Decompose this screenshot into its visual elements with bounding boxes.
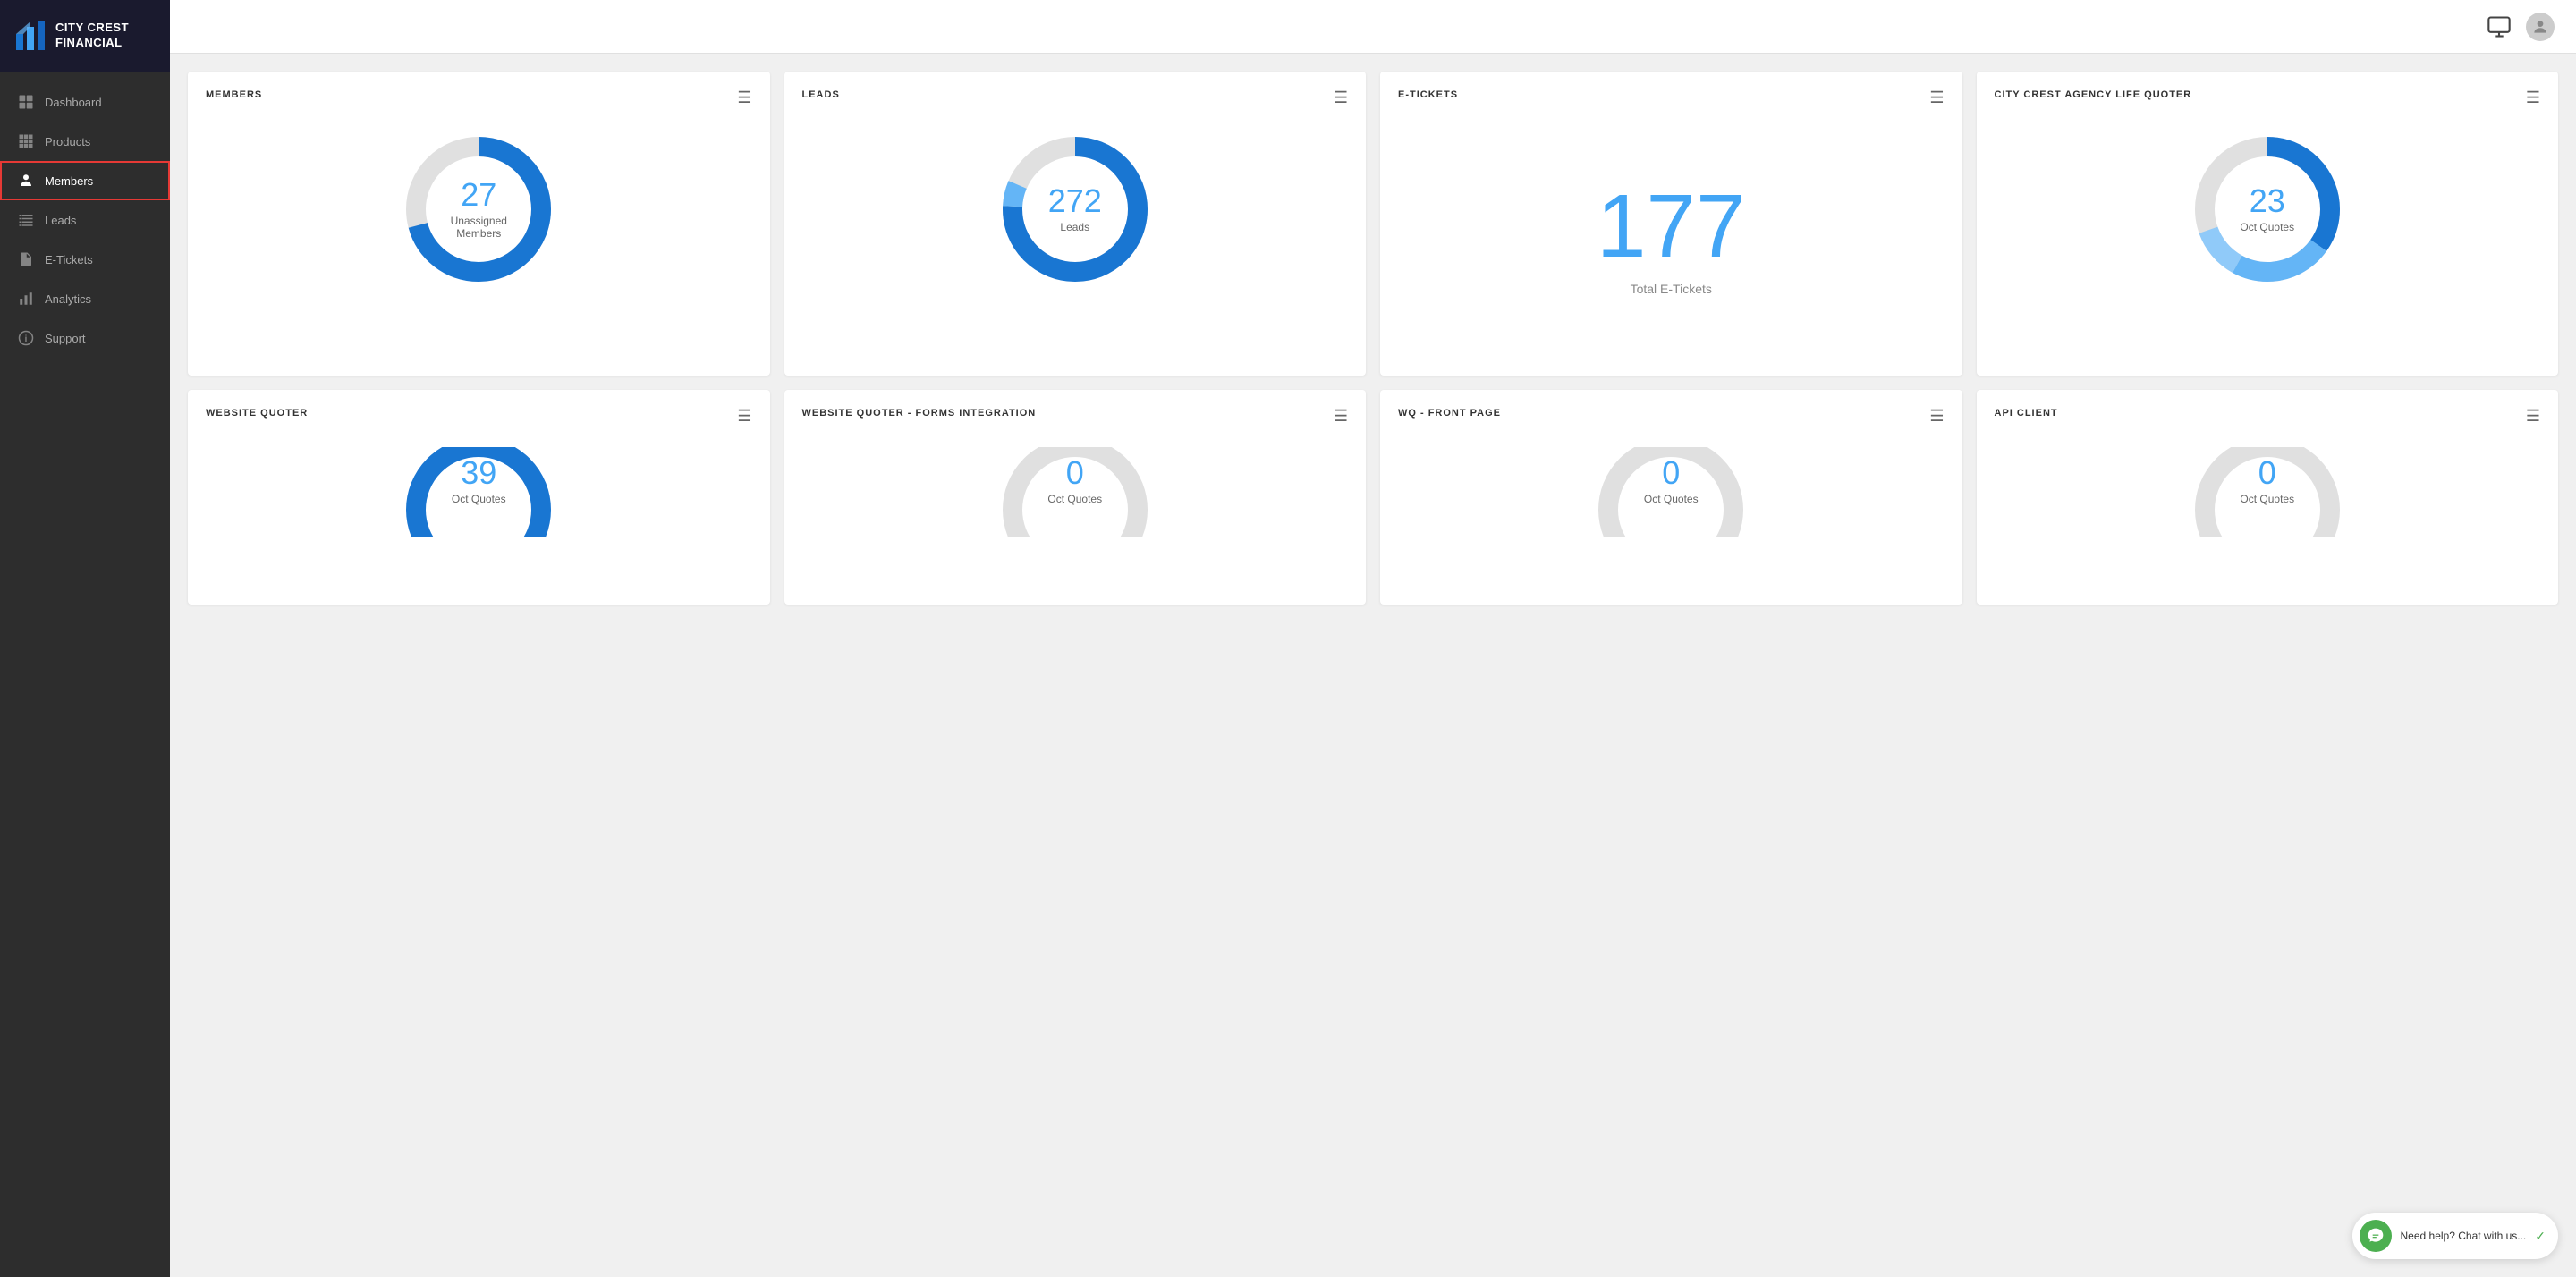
wqfp-label: Oct Quotes: [1644, 493, 1699, 505]
monitor-icon[interactable]: [2487, 14, 2512, 39]
widget-members-title: MEMBERS: [206, 89, 262, 100]
topbar: [170, 0, 2576, 54]
api-donut: 0 Oct Quotes: [2187, 447, 2348, 537]
widget-api-title: API CLIENT: [1995, 408, 2058, 419]
widget-api-header: API CLIENT ☰: [1995, 408, 2541, 424]
chat-chevron-icon: ✓: [2535, 1229, 2546, 1244]
apps-icon: [18, 133, 34, 149]
sidebar: CITY CRESTFINANCIAL Dashboard Products: [0, 0, 170, 1277]
list-icon: [18, 212, 34, 228]
sidebar-item-dashboard[interactable]: Dashboard: [0, 82, 170, 122]
ccq-label: Oct Quotes: [2240, 221, 2294, 233]
widget-wqfi-header: WEBSITE QUOTER - FORMS INTEGRATION ☰: [802, 408, 1349, 424]
wqfp-donut: 0 Oct Quotes: [1590, 447, 1751, 537]
etickets-label: E-Tickets: [45, 253, 93, 266]
wqfp-value: 0: [1644, 457, 1699, 489]
members-donut: 27 UnassignedMembers: [398, 129, 559, 290]
wq-label: Oct Quotes: [452, 493, 506, 505]
api-label: Oct Quotes: [2240, 493, 2294, 505]
widget-wqfi: WEBSITE QUOTER - FORMS INTEGRATION ☰ 0 O…: [784, 390, 1367, 605]
file-icon: [18, 251, 34, 267]
ccq-donut: 23 Oct Quotes: [2187, 129, 2348, 290]
svg-text:i: i: [25, 334, 28, 344]
widget-wq-header: WEBSITE QUOTER ☰: [206, 408, 752, 424]
widget-leads-header: LEADS ☰: [802, 89, 1349, 106]
wqfi-value: 0: [1047, 457, 1102, 489]
grid-icon: [18, 94, 34, 110]
wqfi-label: Oct Quotes: [1047, 493, 1102, 505]
user-avatar[interactable]: [2526, 13, 2555, 41]
sidebar-item-leads[interactable]: Leads: [0, 200, 170, 240]
widget-wq-menu[interactable]: ☰: [737, 408, 751, 424]
widget-leads: LEADS ☰ 272 Leads: [784, 72, 1367, 376]
wqfi-donut: 0 Oct Quotes: [995, 447, 1156, 537]
sidebar-item-etickets[interactable]: E-Tickets: [0, 240, 170, 279]
brand-name: CITY CRESTFINANCIAL: [55, 21, 129, 51]
analytics-label: Analytics: [45, 292, 91, 306]
widget-wqfp-menu[interactable]: ☰: [1929, 408, 1944, 424]
widget-wqfi-menu[interactable]: ☰: [1334, 408, 1348, 424]
widget-etickets-header: E-TICKETS ☰: [1398, 89, 1945, 106]
logo-area: CITY CRESTFINANCIAL: [0, 0, 170, 72]
leads-value: 272: [1048, 185, 1102, 217]
sidebar-item-analytics[interactable]: Analytics: [0, 279, 170, 318]
widget-leads-title: LEADS: [802, 89, 840, 100]
leads-donut: 272 Leads: [995, 129, 1156, 290]
chat-label: Need help? Chat with us...: [2401, 1230, 2527, 1242]
logo-icon: [14, 20, 47, 52]
support-label: Support: [45, 332, 86, 345]
leads-center: 272 Leads: [1048, 185, 1102, 233]
widget-wq-front: WQ - FRONT PAGE ☰ 0 Oct Quotes: [1380, 390, 1962, 605]
widget-members: MEMBERS ☰ 27 UnassignedMembers: [188, 72, 770, 376]
members-center: 27 UnassignedMembers: [451, 179, 507, 240]
etickets-label: Total E-Tickets: [1631, 282, 1712, 296]
chat-icon: [2360, 1220, 2392, 1252]
person-icon: [18, 173, 34, 189]
dashboard-label: Dashboard: [45, 96, 102, 109]
widget-members-menu[interactable]: ☰: [737, 89, 751, 106]
members-value: 27: [451, 179, 507, 211]
wq-donut: 39 Oct Quotes: [398, 447, 559, 537]
leads-label: Leads: [45, 214, 76, 227]
products-label: Products: [45, 135, 90, 148]
chat-widget[interactable]: Need help? Chat with us... ✓: [2352, 1213, 2558, 1259]
wq-value: 39: [452, 457, 506, 489]
main-area: MEMBERS ☰ 27 UnassignedMembers LEADS ☰: [170, 0, 2576, 1277]
bar-icon: [18, 291, 34, 307]
widget-api-client: API CLIENT ☰ 0 Oct Quotes: [1977, 390, 2559, 605]
widget-wqfp-title: WQ - FRONT PAGE: [1398, 408, 1501, 419]
leads-label: Leads: [1048, 221, 1102, 233]
api-value: 0: [2240, 457, 2294, 489]
sidebar-item-members[interactable]: Members: [0, 161, 170, 200]
members-label: UnassignedMembers: [451, 215, 507, 240]
widget-city-crest-quoter: CITY CREST AGENCY LIFE QUOTER ☰ 23 Oct Q…: [1977, 72, 2559, 376]
widget-etickets: E-TICKETS ☰ 177 Total E-Tickets: [1380, 72, 1962, 376]
sidebar-item-support[interactable]: i Support: [0, 318, 170, 358]
widget-etickets-menu[interactable]: ☰: [1929, 89, 1944, 106]
widget-members-header: MEMBERS ☰: [206, 89, 752, 106]
ccq-value: 23: [2240, 185, 2294, 217]
nav-menu: Dashboard Products Members: [0, 72, 170, 368]
widget-api-menu[interactable]: ☰: [2526, 408, 2540, 424]
widget-wqfp-header: WQ - FRONT PAGE ☰: [1398, 408, 1945, 424]
widget-etickets-title: E-TICKETS: [1398, 89, 1458, 100]
sidebar-item-products[interactable]: Products: [0, 122, 170, 161]
info-icon: i: [18, 330, 34, 346]
widget-wqfi-title: WEBSITE QUOTER - FORMS INTEGRATION: [802, 408, 1037, 419]
ccq-center: 23 Oct Quotes: [2240, 185, 2294, 233]
members-label: Members: [45, 174, 93, 188]
etickets-big-number: 177 Total E-Tickets: [1597, 120, 1746, 358]
etickets-value: 177: [1597, 182, 1746, 271]
widget-website-quoter: WEBSITE QUOTER ☰ 39 Oct Quotes: [188, 390, 770, 605]
dashboard-grid: MEMBERS ☰ 27 UnassignedMembers LEADS ☰: [170, 54, 2576, 1277]
widget-wq-title: WEBSITE QUOTER: [206, 408, 308, 419]
widget-ccq-title: CITY CREST AGENCY LIFE QUOTER: [1995, 89, 2192, 100]
widget-ccq-menu[interactable]: ☰: [2526, 89, 2540, 106]
widget-leads-menu[interactable]: ☰: [1334, 89, 1348, 106]
widget-ccq-header: CITY CREST AGENCY LIFE QUOTER ☰: [1995, 89, 2541, 106]
